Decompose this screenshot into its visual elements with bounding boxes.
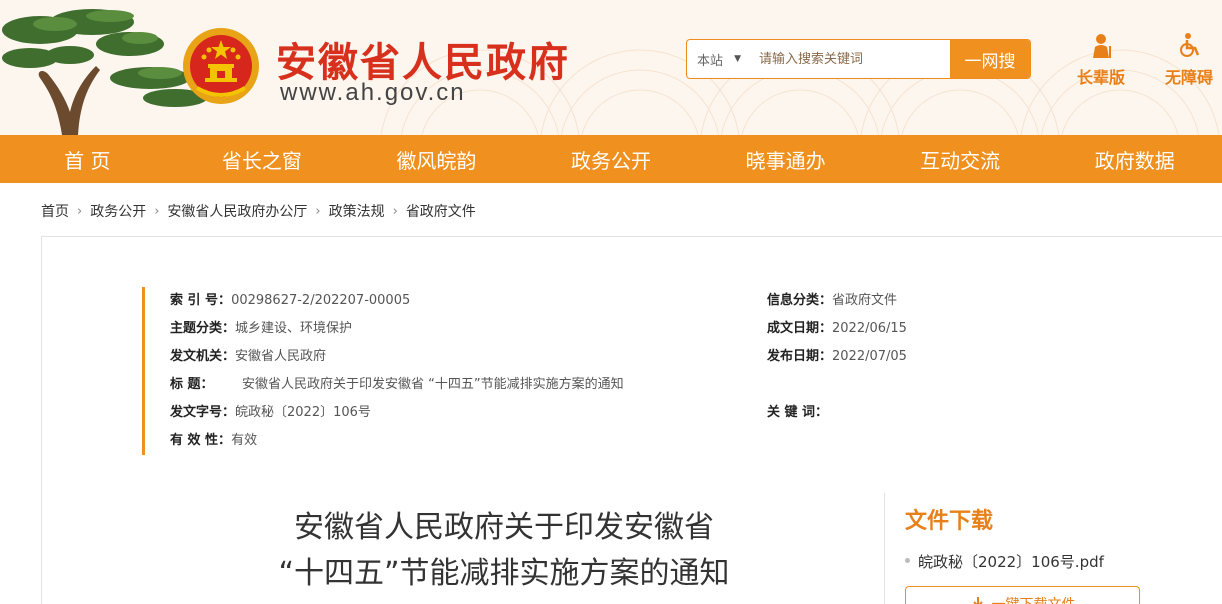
meta-title: 标 题： 安徽省人民政府关于印发安徽省 “十四五”节能减排实施方案的通知 [170,377,624,392]
document-title: 安徽省人民政府关于印发安徽省 “十四五”节能减排实施方案的通知 [240,505,768,597]
breadcrumb-documents[interactable]: 省政府文件 [406,201,476,221]
chevron-right-icon: › [392,203,398,219]
breadcrumb: 首页 › 政务公开 › 安徽省人民政府办公厅 › 政策法规 › 省政府文件 [41,201,476,221]
download-all-label: 一键下载文件 [992,594,1076,604]
search-button[interactable]: 一网搜 [950,40,1030,78]
search-scope-label: 本站 [697,53,724,69]
meta-category: 信息分类：省政府文件 [767,293,898,308]
search-input[interactable] [749,40,950,78]
document-title-line-1: 安徽省人民政府关于印发安徽省 [294,510,714,545]
search-box: 本站 ▼ 一网搜 [686,39,1031,79]
meta-topic: 主题分类：城乡建设、环境保护 [170,321,353,336]
meta-published-date: 发布日期：2022/07/05 [767,349,907,364]
meta-index-no: 索 引 号：00298627-2/202207-00005 [170,293,411,308]
breadcrumb-office[interactable]: 安徽省人民政府办公厅 [167,201,307,221]
main-nav: 首 页 省长之窗 徽风皖韵 政务公开 晓事通办 互动交流 政府数据 [0,135,1222,183]
download-icon [972,597,983,604]
nav-item-culture[interactable]: 徽风皖韵 [349,135,524,183]
nav-item-governor[interactable]: 省长之窗 [175,135,350,183]
meta-issuer: 发文机关：安徽省人民政府 [170,349,327,364]
search-scope-select[interactable]: 本站 ▼ [687,40,749,78]
meta-validity: 有 效 性：有效 [170,433,258,448]
accessibility-label: 无障碍 [1164,68,1213,87]
elder-mode-button[interactable]: 长辈版 [1066,32,1136,88]
downloads-heading: 文件下载 [905,509,994,534]
chevron-right-icon: › [315,203,321,219]
meta-created-date: 成文日期：2022/06/15 [767,321,907,336]
elder-person-icon [1093,34,1111,58]
site-header: 安徽省人民政府 www.ah.gov.cn 本站 ▼ 一网搜 长辈版 无障碍 [0,0,1222,135]
accessibility-button[interactable]: 无障碍 [1154,32,1222,88]
document-metadata: 索 引 号：00298627-2/202207-00005 信息分类：省政府文件… [142,287,932,455]
chevron-right-icon: › [77,203,83,219]
wheelchair-icon [1180,33,1200,57]
download-file-name: 皖政秘〔2022〕106号.pdf [918,553,1104,571]
nav-item-home[interactable]: 首 页 [0,135,175,183]
nav-item-interaction[interactable]: 互动交流 [873,135,1048,183]
elder-mode-label: 长辈版 [1076,68,1125,87]
site-url: www.ah.gov.cn [280,79,466,106]
document-title-line-2: “十四五”节能减排实施方案的通知 [278,556,730,591]
chevron-right-icon: › [154,203,160,219]
nav-item-gov-affairs[interactable]: 政务公开 [524,135,699,183]
sidebar-divider [884,493,885,604]
nav-item-data[interactable]: 政府数据 [1047,135,1222,183]
chevron-down-icon: ▼ [734,54,741,64]
bullet-icon [905,558,910,563]
download-all-button[interactable]: 一键下载文件 [905,586,1140,604]
meta-doc-number: 发文字号：皖政秘〔2022〕106号 [170,405,371,420]
meta-keywords: 关 键 词： [767,405,829,420]
breadcrumb-home[interactable]: 首页 [41,201,69,221]
nav-item-services[interactable]: 晓事通办 [698,135,873,183]
download-file-link[interactable]: 皖政秘〔2022〕106号.pdf [905,551,1104,572]
breadcrumb-gov-affairs[interactable]: 政务公开 [90,201,146,221]
national-emblem-icon [183,28,259,104]
breadcrumb-policy[interactable]: 政策法规 [329,201,385,221]
